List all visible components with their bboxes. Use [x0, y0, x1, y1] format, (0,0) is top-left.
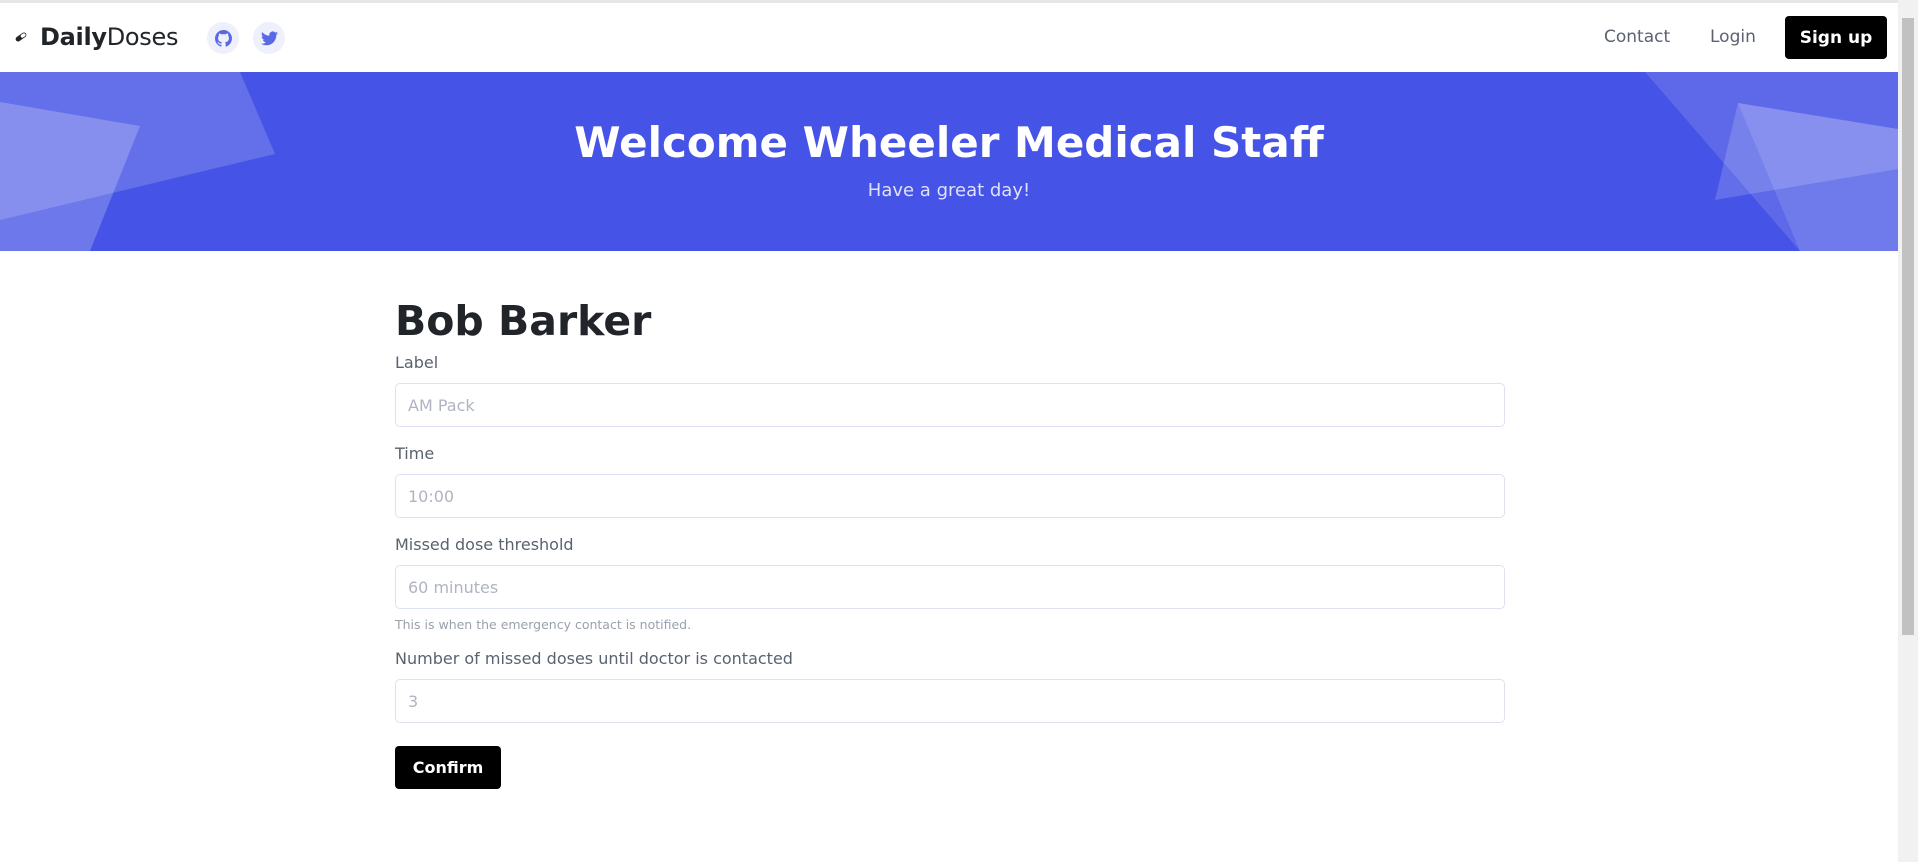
nav-contact-link[interactable]: Contact: [1604, 27, 1670, 47]
missed-doses-field-label: Number of missed doses until doctor is c…: [395, 649, 793, 668]
hero-subtitle: Have a great day!: [867, 180, 1031, 201]
scrollbar-thumb[interactable]: [1902, 18, 1914, 635]
pill-icon: [15, 32, 27, 42]
time-field-label: Time: [395, 444, 435, 463]
brand-name-bold: Daily: [40, 23, 107, 51]
github-link[interactable]: [207, 22, 239, 54]
brand-logo[interactable]: DailyDoses: [14, 23, 178, 51]
signup-button[interactable]: Sign up: [1785, 16, 1887, 59]
confirm-button[interactable]: Confirm: [395, 746, 501, 789]
twitter-icon: [260, 30, 278, 45]
threshold-help-text: This is when the emergency contact is no…: [395, 617, 692, 632]
brand-name-light: Doses: [106, 23, 179, 51]
hero-title: Welcome Wheeler Medical Staff: [574, 118, 1324, 167]
threshold-input[interactable]: [395, 565, 1505, 609]
label-input[interactable]: [395, 383, 1505, 427]
label-field-label: Label: [395, 353, 439, 372]
github-icon: [214, 29, 232, 47]
missed-doses-input[interactable]: [395, 679, 1505, 723]
twitter-link[interactable]: [253, 22, 285, 54]
nav-login-link[interactable]: Login: [1710, 27, 1756, 47]
hero-banner: Welcome Wheeler Medical Staff Have a gre…: [0, 72, 1898, 251]
page-scrollbar[interactable]: [1898, 0, 1918, 862]
threshold-field-label: Missed dose threshold: [395, 535, 574, 554]
brand-name: DailyDoses: [40, 23, 178, 51]
navbar: DailyDoses Contact Login Sign up: [0, 3, 1898, 72]
time-input[interactable]: [395, 474, 1505, 518]
patient-name: Bob Barker: [395, 297, 652, 345]
